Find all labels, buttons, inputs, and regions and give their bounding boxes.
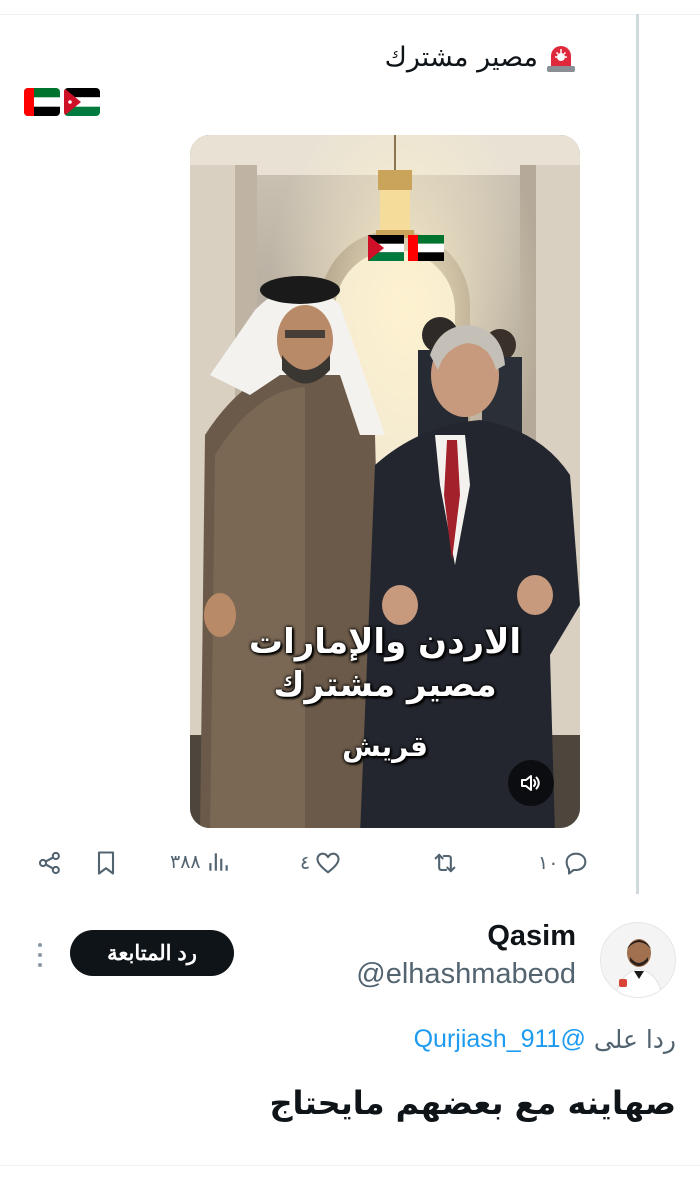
thread-connector-line <box>636 14 639 894</box>
top-divider <box>0 14 700 15</box>
reply-handle[interactable]: @elhashmabeod <box>356 958 576 991</box>
avatar[interactable] <box>600 922 676 998</box>
user-avatar-image <box>601 923 675 997</box>
more-dot <box>38 953 42 957</box>
like-icon <box>316 852 340 874</box>
video-caption-line1: الاردن والإمارات <box>248 622 522 662</box>
more-options-button[interactable] <box>30 940 50 970</box>
video-frame <box>190 135 580 828</box>
views-button[interactable]: ٣٨٨ <box>170 849 231 875</box>
reply-icon <box>566 852 587 875</box>
like-count: ٤ <box>300 852 311 874</box>
reply-tweet[interactable]: Qasim @elhashmabeod رد المتابعة ردا على … <box>0 900 700 1200</box>
tweet-text: مصير مشترك <box>385 40 578 74</box>
share-button[interactable] <box>36 849 64 877</box>
bottom-divider <box>0 1165 700 1166</box>
tweet-action-bar: ٣٨٨ ٤ ١٠ <box>0 843 700 883</box>
replying-mention-link[interactable]: @Qurjiash_911 <box>414 1025 586 1054</box>
tweet-video[interactable]: الاردن والإمارات مصير مشترك قريش <box>190 135 580 828</box>
follow-back-button[interactable]: رد المتابعة <box>70 930 234 976</box>
tweet-flags <box>24 88 100 116</box>
reply-button[interactable]: ١٠ <box>538 849 590 877</box>
retweet-icon <box>434 853 456 873</box>
replying-to: ردا على @Qurjiash_911 <box>414 1025 676 1054</box>
bookmark-icon <box>97 851 115 875</box>
uae-flag-icon <box>24 88 60 116</box>
speaker-icon <box>521 775 540 791</box>
reply-count: ١٠ <box>538 852 559 874</box>
mute-toggle-button[interactable] <box>508 760 554 806</box>
like-button[interactable]: ٤ <box>300 849 342 877</box>
retweet-button[interactable] <box>430 849 464 877</box>
replying-prefix: ردا على <box>593 1025 676 1054</box>
reply-display-name[interactable]: Qasim <box>487 920 576 953</box>
bookmark-button[interactable] <box>92 849 120 877</box>
reply-text: صهاينه مع بعضهم مايحتاج <box>269 1084 676 1122</box>
video-caption-line2: مصير مشترك <box>273 665 497 705</box>
views-icon <box>208 853 228 871</box>
more-dot <box>38 963 42 967</box>
share-icon <box>38 851 60 875</box>
tweet-text-content: مصير مشترك <box>384 41 538 73</box>
police-siren-icon <box>544 40 578 74</box>
more-dot <box>38 943 42 947</box>
jordan-flag-icon <box>64 88 100 116</box>
views-count: ٣٨٨ <box>170 851 201 873</box>
video-caption-source: قريش <box>342 730 428 763</box>
